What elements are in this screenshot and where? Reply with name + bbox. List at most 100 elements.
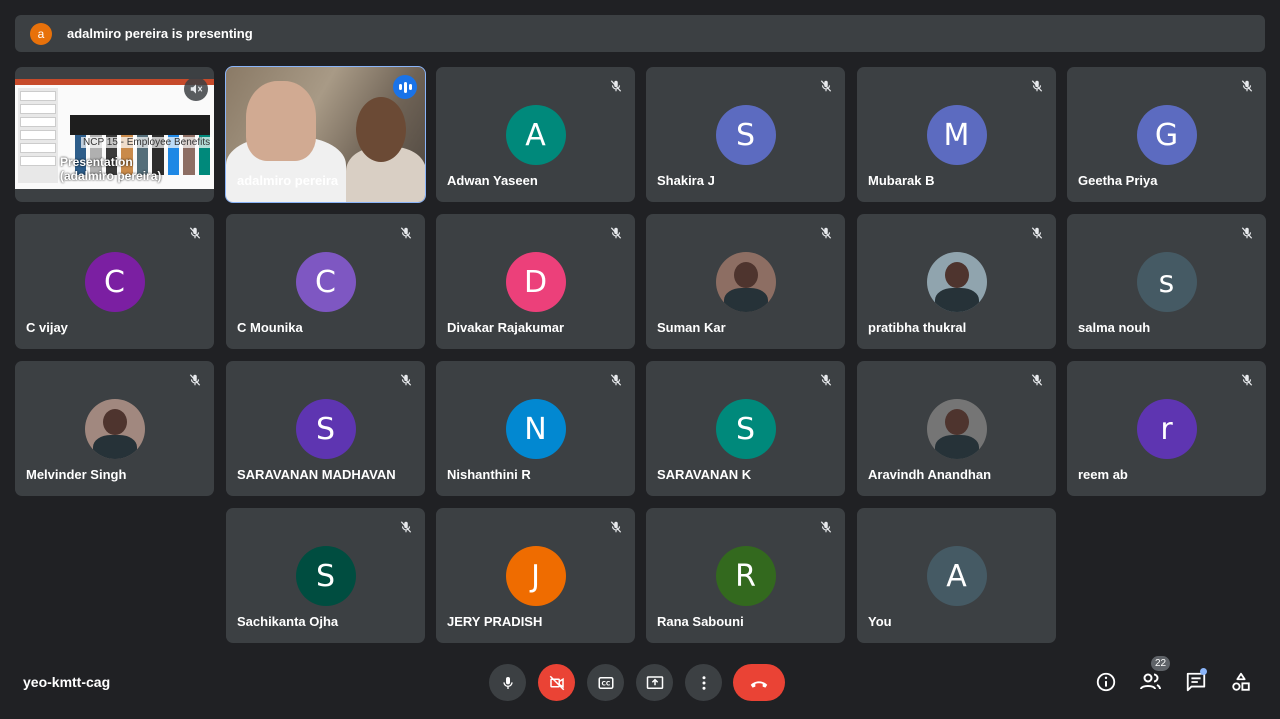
mic-off-icon: [1241, 374, 1253, 386]
leave-call-button[interactable]: [733, 664, 785, 701]
participant-name: Suman Kar: [657, 320, 726, 335]
muted-indicator: [396, 370, 416, 390]
avatar: s: [1136, 252, 1197, 312]
mic-off-icon: [610, 374, 622, 386]
people-icon: [1140, 673, 1161, 690]
participant-tile[interactable]: C C Mounika: [226, 214, 425, 349]
people-count-badge: 22: [1151, 656, 1170, 671]
avatar: S: [715, 399, 776, 459]
participant-tile[interactable]: Suman Kar: [646, 214, 845, 349]
muted-indicator: [1237, 76, 1257, 96]
participant-tile[interactable]: S Shakira J: [646, 67, 845, 202]
participant-tile[interactable]: J JERY PRADISH: [436, 508, 635, 643]
muted-indicator: [816, 517, 836, 537]
bottom-bar: yeo-kmtt-cag CC 22: [0, 650, 1280, 719]
muted-indicator: [1027, 76, 1047, 96]
mic-off-icon: [610, 80, 622, 92]
microphone-button[interactable]: [489, 664, 526, 701]
participant-name: You: [868, 614, 892, 629]
meeting-details-button[interactable]: [1093, 669, 1119, 695]
muted-indicator: [816, 76, 836, 96]
mic-off-icon: [1031, 227, 1043, 239]
activities-icon: [1232, 672, 1250, 691]
avatar: D: [505, 252, 566, 312]
participant-tile[interactable]: A You: [857, 508, 1056, 643]
avatar: M: [926, 105, 987, 165]
participant-name: Adwan Yaseen: [447, 173, 538, 188]
participant-name: Nishanthini R: [447, 467, 531, 482]
speaking-indicator-icon: [393, 75, 417, 99]
participant-tile[interactable]: D Divakar Rajakumar: [436, 214, 635, 349]
avatar: R: [715, 546, 776, 606]
profile-photo: [926, 399, 987, 459]
muted-indicator: [396, 517, 416, 537]
present-now-button[interactable]: [636, 664, 673, 701]
participant-name: Sachikanta Ojha: [237, 614, 339, 629]
hangup-icon: [750, 680, 768, 688]
info-icon: [1096, 672, 1116, 692]
participant-tile[interactable]: s salma nouh: [1067, 214, 1266, 349]
camera-button[interactable]: [538, 664, 575, 701]
presentation-tile[interactable]: NCP 15 - Employee Benefits Presentation …: [15, 67, 214, 202]
avatar: S: [295, 546, 356, 606]
mic-off-icon: [400, 374, 412, 386]
muted-indicator: [185, 370, 205, 390]
muted-indicator: [606, 370, 626, 390]
present-screen-icon: [646, 675, 663, 689]
muted-indicator: [606, 223, 626, 243]
mic-off-icon: [400, 521, 412, 533]
mic-off-icon: [1241, 80, 1253, 92]
muted-indicator: [1237, 223, 1257, 243]
participant-name: adalmiro pereira: [237, 173, 339, 188]
participant-name: SARAVANAN K: [657, 467, 752, 482]
avatar: J: [505, 546, 566, 606]
activities-button[interactable]: [1228, 669, 1254, 695]
participant-tile[interactable]: N Nishanthini R: [436, 361, 635, 496]
presenting-text: adalmiro pereira is presenting: [67, 26, 253, 41]
profile-photo: [715, 252, 776, 312]
presenting-banner: a adalmiro pereira is presenting: [15, 15, 1265, 52]
profile-photo: [926, 252, 987, 312]
captions-button[interactable]: CC: [587, 664, 624, 701]
participant-tile[interactable]: Aravindh Anandhan: [857, 361, 1056, 496]
participant-tile[interactable]: M Mubarak B: [857, 67, 1056, 202]
participant-name: Melvinder Singh: [26, 467, 127, 482]
muted-indicator: [606, 76, 626, 96]
mic-off-icon: [1031, 374, 1043, 386]
muted-indicator: [816, 223, 836, 243]
participant-tile[interactable]: A Adwan Yaseen: [436, 67, 635, 202]
participant-tile[interactable]: S SARAVANAN K: [646, 361, 845, 496]
slide-title: NCP 15 - Employee Benefits: [81, 137, 213, 148]
participant-tile[interactable]: R Rana Sabouni: [646, 508, 845, 643]
avatar: N: [505, 399, 566, 459]
mic-off-icon: [820, 227, 832, 239]
muted-indicator: [396, 223, 416, 243]
muted-indicator: [1237, 370, 1257, 390]
participant-tile[interactable]: C C vijay: [15, 214, 214, 349]
participant-tile[interactable]: pratibha thukral: [857, 214, 1056, 349]
participant-tile[interactable]: S Sachikanta Ojha: [226, 508, 425, 643]
avatar: r: [1136, 399, 1197, 459]
mic-off-icon: [610, 227, 622, 239]
participant-tile[interactable]: S SARAVANAN MADHAVAN: [226, 361, 425, 496]
speaker-video-tile[interactable]: adalmiro pereira: [225, 66, 426, 203]
mic-off-icon: [400, 227, 412, 239]
muted-indicator: [1027, 223, 1047, 243]
participant-name: Shakira J: [657, 173, 715, 188]
profile-photo: [84, 399, 145, 459]
mic-off-icon: [189, 227, 201, 239]
more-options-button[interactable]: [685, 664, 722, 701]
participant-name: Mubarak B: [868, 173, 935, 188]
avatar: C: [84, 252, 145, 312]
participant-tile[interactable]: r reem ab: [1067, 361, 1266, 496]
participant-name: C vijay: [26, 320, 68, 335]
participant-tile[interactable]: Melvinder Singh: [15, 361, 214, 496]
participant-tile[interactable]: G Geetha Priya: [1067, 67, 1266, 202]
mic-icon: [502, 676, 513, 689]
presentation-label: Presentation (adalmiro pereira): [60, 155, 162, 183]
avatar: S: [295, 399, 356, 459]
avatar: G: [1136, 105, 1197, 165]
presenter-avatar: a: [30, 22, 52, 45]
people-button[interactable]: [1138, 669, 1164, 695]
avatar: C: [295, 252, 356, 312]
